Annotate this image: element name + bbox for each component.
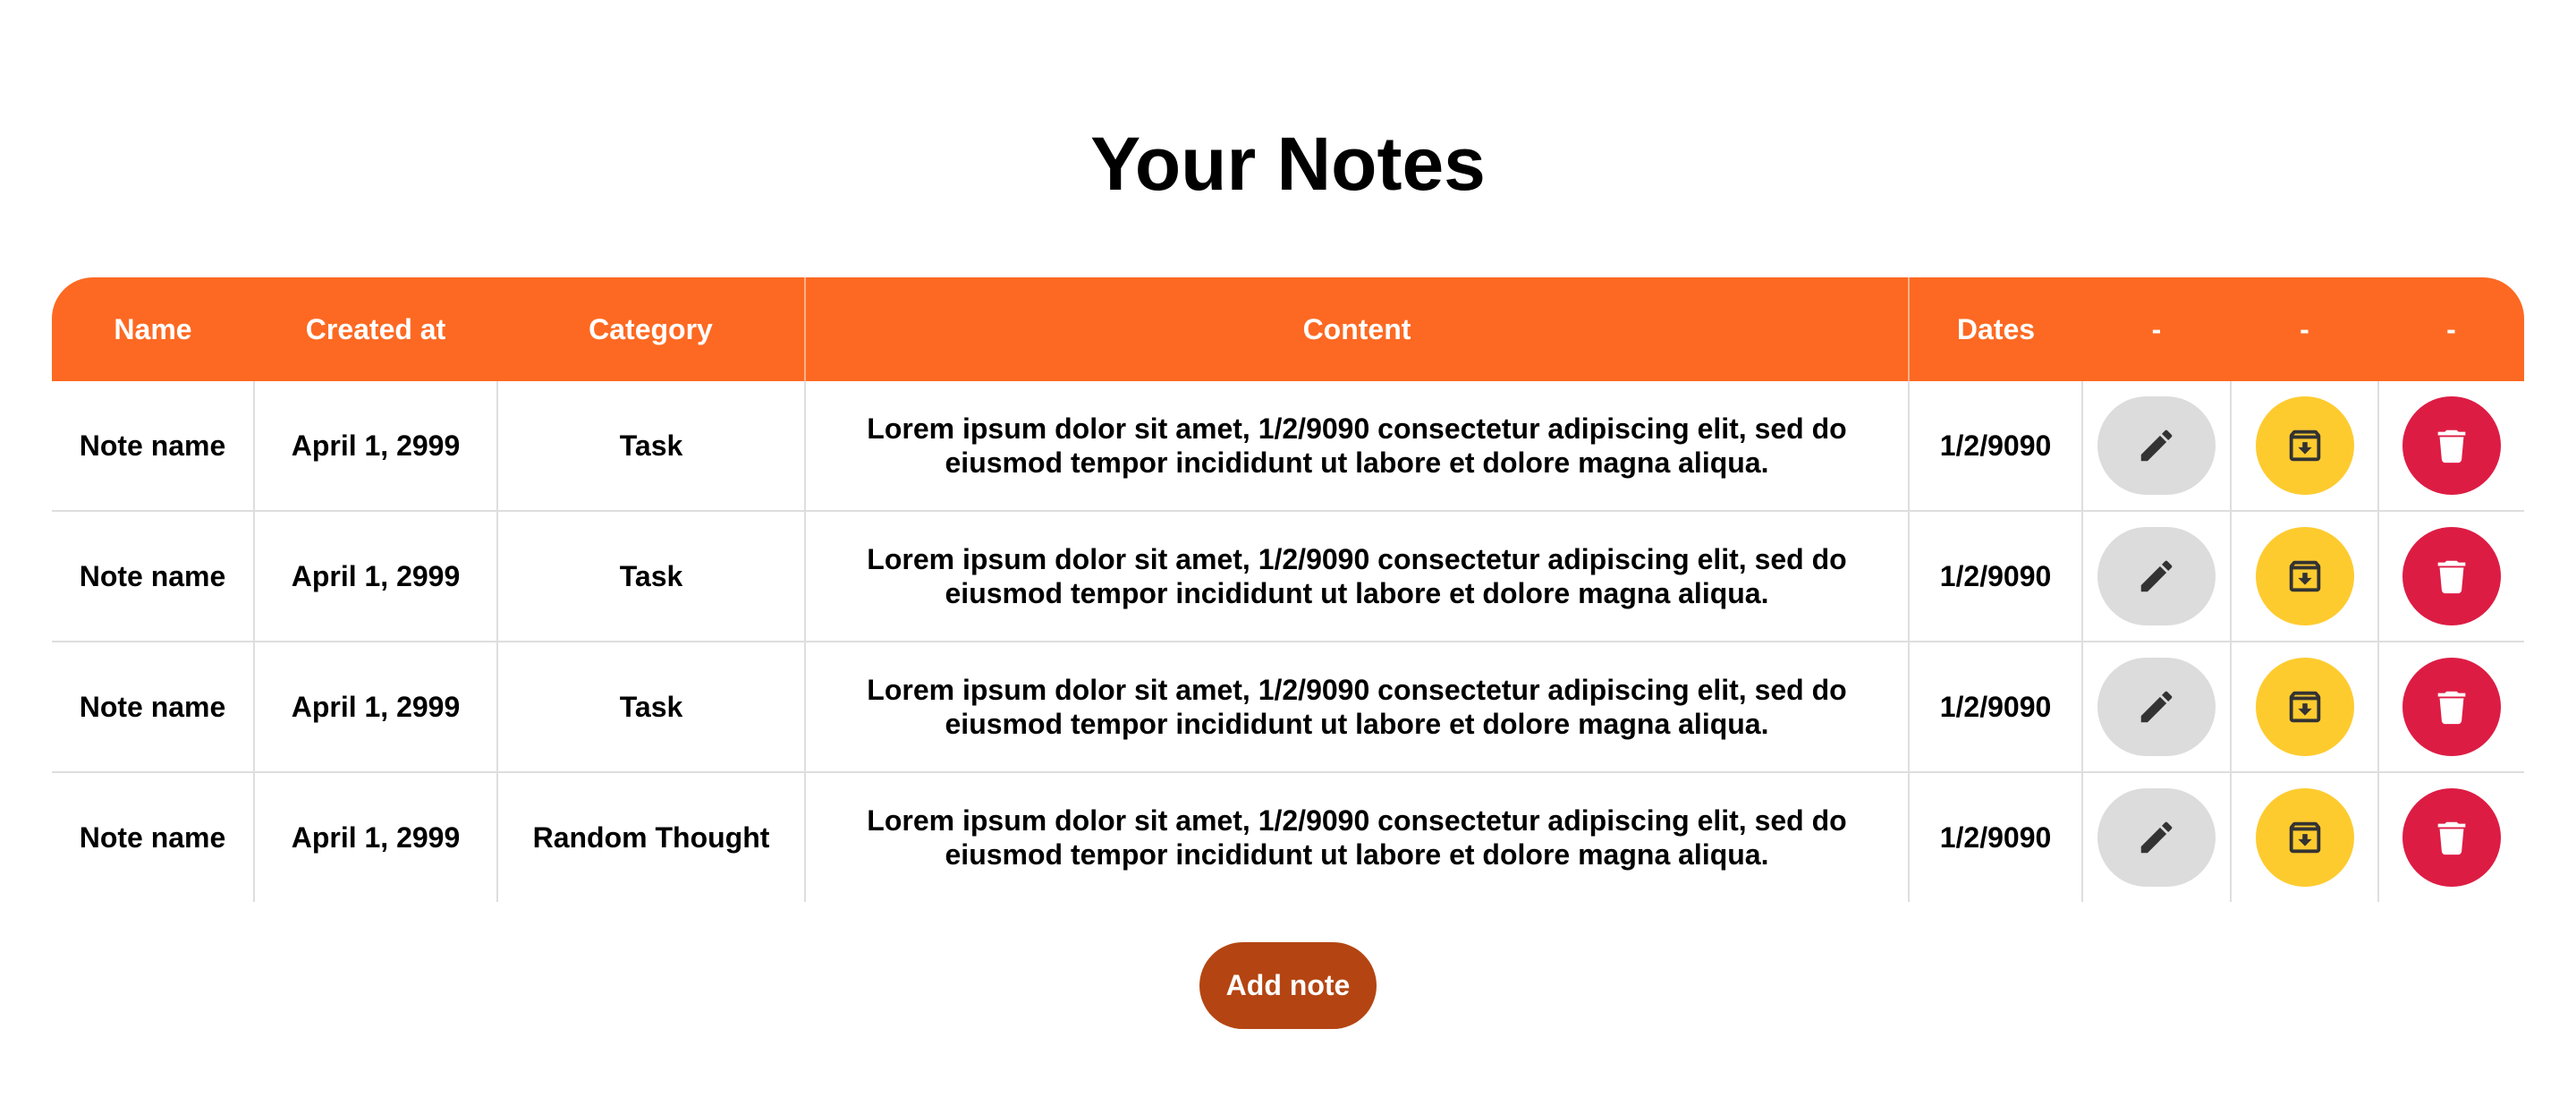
note-category-cell: Task [497, 511, 806, 642]
page-title: Your Notes [1090, 122, 1486, 206]
note-category-cell: Task [497, 642, 806, 773]
add-note-button[interactable]: Add note [1199, 942, 1377, 1029]
notes-table: Name Created at Category Content Dates -… [52, 277, 2524, 902]
note-name-cell: Note name [52, 642, 255, 773]
edit-note-button[interactable] [2097, 396, 2216, 495]
note-dates-cell: 1/2/9090 [1909, 772, 2083, 902]
table-row: Note name April 1, 2999 Random Thought L… [52, 772, 2524, 902]
archive-cell [2231, 642, 2379, 773]
note-dates-cell: 1/2/9090 [1909, 642, 2083, 773]
header-content: Content [804, 277, 1910, 381]
edit-cell [2082, 642, 2232, 773]
note-name-cell: Note name [52, 772, 255, 902]
note-category-cell: Random Thought [497, 772, 806, 902]
archive-note-button[interactable] [2255, 788, 2354, 887]
note-name-cell: Note name [52, 381, 255, 512]
header-created-at: Created at [254, 277, 497, 381]
trash-icon [2437, 429, 2466, 463]
note-created-at-cell: April 1, 2999 [254, 772, 498, 902]
delete-note-button[interactable] [2402, 658, 2501, 756]
edit-cell [2082, 381, 2232, 512]
trash-icon [2437, 821, 2466, 855]
note-created-at-cell: April 1, 2999 [254, 381, 498, 512]
note-dates-cell: 1/2/9090 [1909, 381, 2083, 512]
header-name: Name [52, 277, 254, 381]
delete-note-button[interactable] [2402, 788, 2501, 887]
table-row: Note name April 1, 2999 Task Lorem ipsum… [52, 511, 2524, 642]
pencil-icon [2140, 691, 2173, 723]
archive-note-button[interactable] [2255, 396, 2354, 495]
header-delete-action: - [2378, 277, 2524, 381]
note-created-at-cell: April 1, 2999 [254, 642, 498, 773]
table-row: Note name April 1, 2999 Task Lorem ipsum… [52, 381, 2524, 512]
trash-icon [2437, 560, 2466, 594]
note-dates-cell: 1/2/9090 [1909, 511, 2083, 642]
note-content-cell: Lorem ipsum dolor sit amet, 1/2/9090 con… [805, 772, 1910, 902]
delete-note-button[interactable] [2402, 527, 2501, 625]
archive-cell [2231, 381, 2379, 512]
edit-note-button[interactable] [2097, 788, 2216, 887]
archive-note-button[interactable] [2255, 527, 2354, 625]
archive-icon [2289, 560, 2320, 592]
header-edit-action: - [2082, 277, 2231, 381]
pencil-icon [2140, 821, 2173, 854]
edit-cell [2082, 511, 2232, 642]
archive-cell [2231, 772, 2379, 902]
note-content-cell: Lorem ipsum dolor sit amet, 1/2/9090 con… [805, 511, 1910, 642]
archive-cell [2231, 511, 2379, 642]
trash-icon [2437, 691, 2466, 725]
delete-cell [2378, 381, 2524, 512]
archive-note-button[interactable] [2255, 658, 2354, 756]
archive-icon [2289, 691, 2320, 723]
note-category-cell: Task [497, 381, 806, 512]
edit-note-button[interactable] [2097, 527, 2216, 625]
notes-page: Your Notes Name Created at Category Cont… [0, 0, 2576, 1097]
edit-note-button[interactable] [2097, 658, 2216, 756]
delete-cell [2378, 642, 2524, 773]
table-header-row: Name Created at Category Content Dates -… [52, 277, 2524, 381]
note-name-cell: Note name [52, 511, 255, 642]
table-row: Note name April 1, 2999 Task Lorem ipsum… [52, 642, 2524, 773]
header-dates: Dates [1909, 277, 2082, 381]
edit-cell [2082, 772, 2232, 902]
delete-cell [2378, 772, 2524, 902]
header-archive-action: - [2231, 277, 2378, 381]
header-category: Category [497, 277, 805, 381]
pencil-icon [2140, 560, 2173, 592]
archive-icon [2289, 821, 2320, 854]
delete-note-button[interactable] [2402, 396, 2501, 495]
archive-icon [2289, 429, 2320, 462]
delete-cell [2378, 511, 2524, 642]
pencil-icon [2140, 429, 2173, 462]
notes-table-body: Note name April 1, 2999 Task Lorem ipsum… [52, 381, 2524, 902]
note-created-at-cell: April 1, 2999 [254, 511, 498, 642]
note-content-cell: Lorem ipsum dolor sit amet, 1/2/9090 con… [805, 381, 1910, 512]
note-content-cell: Lorem ipsum dolor sit amet, 1/2/9090 con… [805, 642, 1910, 773]
